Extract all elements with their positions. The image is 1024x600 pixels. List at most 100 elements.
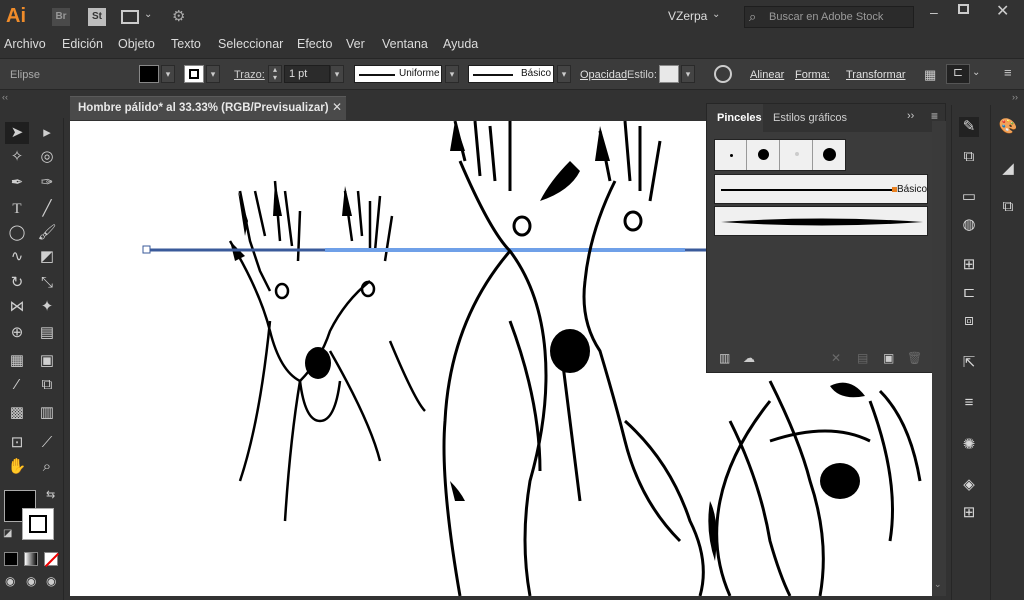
brushes-icon[interactable]: ✎	[959, 117, 979, 137]
collapse-panel-icon[interactable]: ››	[907, 110, 914, 122]
stroke-panel-icon[interactable]: ≡	[959, 393, 979, 413]
new-brush-icon[interactable]: ▣	[883, 351, 894, 365]
chevron-down-icon[interactable]: ▾	[206, 65, 220, 83]
stroke-stepper[interactable]: ▴ ▾	[268, 65, 282, 83]
user-name[interactable]: VZerpa	[668, 9, 707, 23]
stock-search-input[interactable]: ⌕ Buscar en Adobe Stock	[744, 6, 914, 28]
menu-texto[interactable]: Texto	[171, 37, 201, 51]
eraser-tool-icon[interactable]: ◩	[35, 246, 59, 268]
options-icon[interactable]: ▤	[857, 351, 868, 365]
align-link[interactable]: Alinear	[750, 69, 784, 81]
screen-mode-icon[interactable]: ◉	[26, 574, 36, 588]
gradient-tool-icon[interactable]: ▣	[35, 350, 59, 372]
close-icon[interactable]: ✕	[996, 1, 1009, 21]
menu-ayuda[interactable]: Ayuda	[443, 37, 478, 51]
recolor-artwork-icon[interactable]	[714, 65, 732, 83]
workspace-layout-icon[interactable]	[121, 10, 139, 24]
ellipse-tool-icon[interactable]: ◯	[5, 222, 29, 244]
opacity-link[interactable]: Opacidad	[580, 69, 627, 81]
column-graph-tool-icon[interactable]: ▥	[35, 402, 59, 424]
stock-icon[interactable]: St	[88, 8, 106, 26]
fill-swatch[interactable]	[139, 65, 159, 83]
selection-tool-icon[interactable]: ➤	[5, 122, 29, 144]
menu-seleccionar[interactable]: Seleccionar	[218, 37, 283, 51]
color-guide-icon[interactable]: ✺	[959, 435, 979, 455]
menu-edicion[interactable]: Edición	[62, 37, 103, 51]
libraries-icon[interactable]: ⧉	[998, 197, 1018, 217]
slice-tool-icon[interactable]: ⟋	[35, 432, 59, 454]
rotate-tool-icon[interactable]: ↻	[5, 272, 29, 294]
menu-ver[interactable]: Ver	[346, 37, 365, 51]
symbols-icon[interactable]: ◍	[959, 215, 979, 235]
mesh-tool-icon[interactable]: ▦	[5, 350, 29, 372]
graphic-style-swatch[interactable]	[659, 65, 679, 83]
layers-icon[interactable]: ◈	[959, 475, 979, 495]
chevron-down-icon[interactable]: ⌄	[934, 579, 942, 590]
pen-tool-icon[interactable]: ✒	[5, 172, 29, 194]
lasso-tool-icon[interactable]: ◎	[35, 146, 59, 168]
menu-ventana[interactable]: Ventana	[382, 37, 428, 51]
none-mode-icon[interactable]	[44, 552, 60, 568]
brush-definition[interactable]: Básico	[468, 65, 554, 83]
type-tool-icon[interactable]: T	[5, 198, 29, 220]
layers-export-icon[interactable]: ⧉	[959, 147, 979, 167]
tab-estilos-graficos[interactable]: Estilos gráficos	[763, 104, 859, 132]
document-info-icon[interactable]: ◢	[998, 159, 1018, 179]
hand-tool-icon[interactable]: ✋	[5, 456, 29, 478]
collapse-arrows-icon[interactable]: ‹‹	[2, 92, 8, 102]
align-icon[interactable]: ⊏	[959, 283, 979, 303]
perspective-grid-tool-icon[interactable]: ▤	[35, 322, 59, 344]
chevron-down-icon[interactable]: ⌄	[972, 67, 980, 78]
tab-pinceles[interactable]: Pinceles	[707, 104, 763, 132]
artboard-tool-icon[interactable]: ⊡	[5, 432, 29, 454]
brush-libraries-icon[interactable]: ▥	[719, 351, 730, 365]
appearance-icon[interactable]: ▭	[959, 187, 979, 207]
menu-objeto[interactable]: Objeto	[118, 37, 155, 51]
expand-arrows-icon[interactable]: ››	[1012, 92, 1018, 102]
brush-calligraphic[interactable]	[714, 206, 928, 236]
stroke-color-swatch[interactable]	[22, 508, 54, 540]
zoom-tool-icon[interactable]: ⌕	[35, 456, 59, 478]
menu-archivo[interactable]: Archivo	[4, 37, 46, 51]
magic-wand-tool-icon[interactable]: ✧	[5, 146, 29, 168]
stroke-swatch[interactable]	[184, 65, 204, 83]
vertical-scrollbar[interactable]: ⌄	[932, 121, 946, 596]
transform-link[interactable]: Transformar	[846, 69, 906, 81]
color-palette-icon[interactable]: 🎨	[998, 117, 1018, 137]
shape-builder-tool-icon[interactable]: ⊕	[5, 322, 29, 344]
gradient-mode-icon[interactable]	[24, 552, 38, 566]
default-colors-icon[interactable]: ◪	[3, 528, 12, 539]
close-icon[interactable]: ✕	[332, 100, 342, 114]
chevron-down-icon[interactable]: ▾	[161, 65, 175, 83]
shape-link[interactable]: Forma:	[795, 69, 830, 81]
menu-efecto[interactable]: Efecto	[297, 37, 332, 51]
chevron-down-icon[interactable]: ⌄	[712, 9, 720, 20]
document-tab[interactable]: Hombre pálido* al 33.33% (RGB/Previsuali…	[70, 96, 346, 120]
chevron-down-icon[interactable]: ⌄	[144, 9, 152, 20]
gpu-performance-icon[interactable]: ⚙	[172, 7, 185, 25]
blend-tool-icon[interactable]: ⧉	[35, 374, 59, 396]
maximize-icon[interactable]	[958, 4, 969, 14]
width-tool-icon[interactable]: ⋈	[5, 296, 29, 318]
variable-width-profile[interactable]: Uniforme	[354, 65, 442, 83]
stroke-label[interactable]: Trazo:	[234, 69, 265, 81]
isolate-icon[interactable]: ⊏	[946, 64, 970, 84]
paintbrush-tool-icon[interactable]: 🖌	[35, 222, 59, 244]
arrange-icon[interactable]: ▦	[924, 67, 936, 83]
remove-stroke-icon[interactable]: ✕	[831, 351, 841, 365]
puppet-warp-tool-icon[interactable]: ✦	[35, 296, 59, 318]
curvature-tool-icon[interactable]: ✑	[35, 172, 59, 194]
brush-preset-1[interactable]	[715, 140, 747, 170]
edit-toolbar-icon[interactable]: ◉	[46, 574, 56, 588]
export-icon[interactable]: ⇱	[959, 353, 979, 373]
shaper-tool-icon[interactable]: ∿	[5, 246, 29, 268]
menu-icon[interactable]: ≡	[1004, 65, 1012, 80]
transform-icon[interactable]: ⊞	[959, 255, 979, 275]
chevron-down-icon[interactable]: ▾	[557, 65, 571, 83]
brush-preset-4[interactable]	[814, 140, 846, 170]
swap-fill-stroke-icon[interactable]: ⇆	[46, 488, 55, 501]
line-tool-icon[interactable]: ╱	[35, 198, 59, 220]
draw-mode-icon[interactable]: ◉	[5, 574, 15, 588]
symbol-sprayer-tool-icon[interactable]: ▩	[5, 402, 29, 424]
color-mode-icon[interactable]	[4, 552, 18, 566]
